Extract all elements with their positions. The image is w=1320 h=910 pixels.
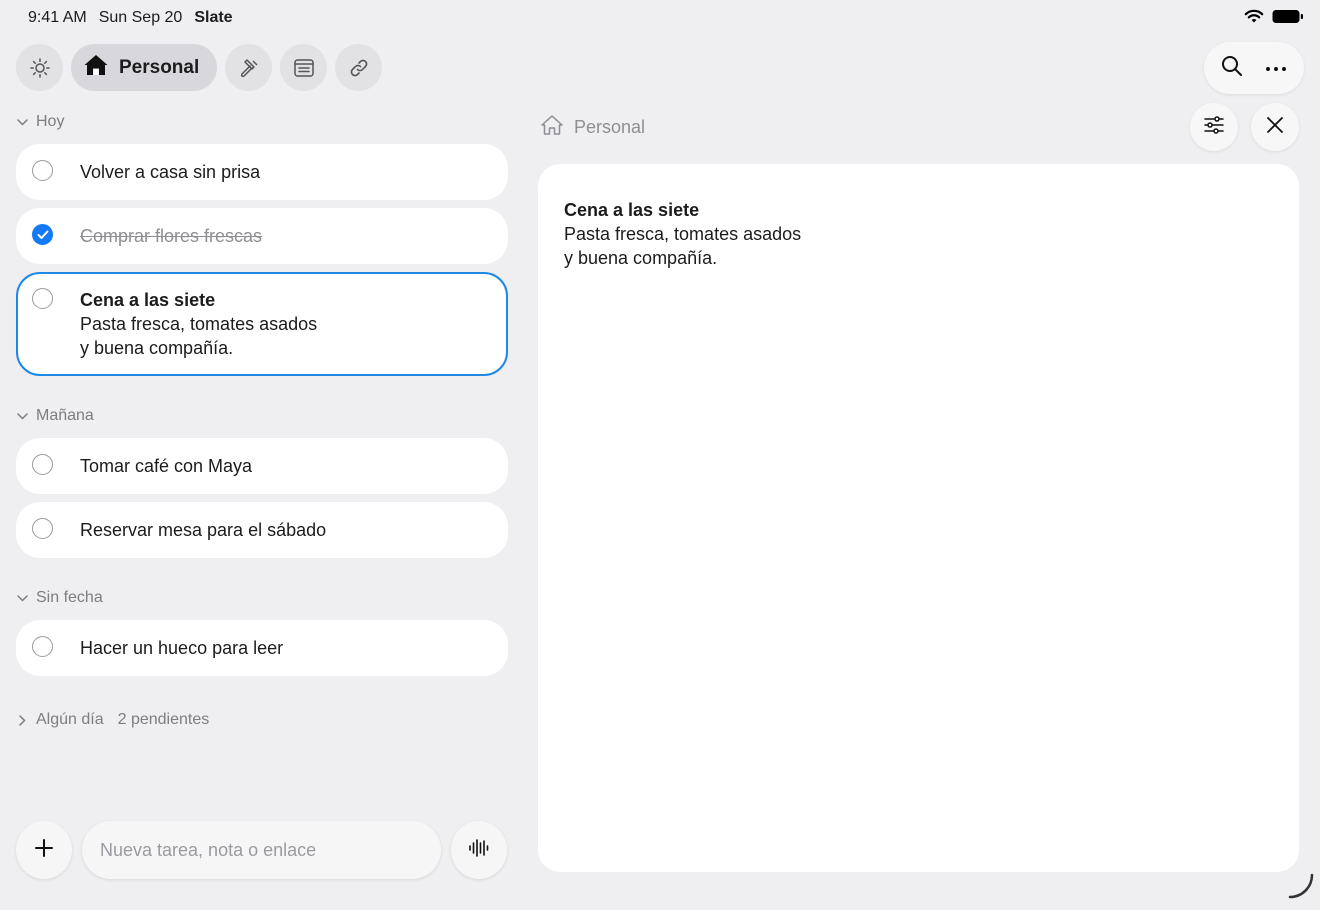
breadcrumb: Personal bbox=[540, 114, 645, 141]
task-item[interactable]: Tomar café con Maya bbox=[16, 438, 508, 494]
checkbox-empty-icon[interactable] bbox=[32, 454, 53, 475]
task-title: Comprar flores frescas bbox=[80, 226, 263, 246]
links-button[interactable] bbox=[335, 44, 383, 91]
detail-note-line: y buena compañía. bbox=[564, 248, 718, 268]
task-title: Hacer un hueco para leer bbox=[80, 638, 284, 658]
sliders-icon bbox=[1203, 115, 1225, 140]
section-header-hoy[interactable]: Hoy bbox=[16, 108, 508, 136]
close-button[interactable] bbox=[1251, 103, 1299, 151]
new-task-input[interactable] bbox=[82, 821, 441, 879]
checkmark-circle-icon[interactable] bbox=[32, 224, 53, 245]
section-label: Algún día bbox=[36, 711, 104, 728]
document-icon bbox=[293, 58, 315, 78]
section-label: Mañana bbox=[36, 407, 94, 424]
top-toolbar: Personal bbox=[16, 44, 383, 91]
breadcrumb-label[interactable]: Personal bbox=[574, 117, 645, 138]
app-root: 9:41 AM Sun Sep 20 Slate Personal Hoy Vo… bbox=[0, 0, 1320, 910]
checkbox-empty-icon[interactable] bbox=[32, 160, 53, 181]
notes-button[interactable] bbox=[280, 44, 328, 91]
task-item[interactable]: Reservar mesa para el sábado bbox=[16, 502, 508, 558]
chevron-down-icon bbox=[16, 118, 28, 126]
task-note-line: y buena compañía. bbox=[80, 338, 234, 358]
chevron-down-icon bbox=[16, 594, 28, 602]
personal-tab-label: Personal bbox=[119, 56, 200, 78]
checkbox-empty-icon[interactable] bbox=[32, 636, 53, 657]
waveform-icon bbox=[467, 836, 491, 865]
add-button[interactable] bbox=[16, 821, 72, 879]
task-text: Tomar café con Maya bbox=[80, 454, 252, 478]
ellipsis-icon bbox=[1265, 59, 1287, 77]
sun-icon bbox=[29, 57, 51, 79]
status-app-name: Slate bbox=[194, 9, 233, 26]
status-date: Sun Sep 20 bbox=[98, 9, 183, 26]
task-sections: Hoy Volver a casa sin prisa Comprar flor… bbox=[16, 108, 508, 734]
task-text: Hacer un hueco para leer bbox=[80, 636, 283, 660]
task-note-line: Pasta fresca, tomates asados bbox=[80, 314, 318, 334]
home-outline-icon bbox=[540, 114, 564, 141]
task-text: Reservar mesa para el sábado bbox=[80, 518, 326, 542]
personal-tab[interactable]: Personal bbox=[71, 44, 218, 91]
detail-title: Cena a las siete bbox=[564, 200, 700, 220]
status-time: 9:41 AM bbox=[28, 9, 87, 26]
section-label: Hoy bbox=[36, 113, 65, 130]
search-icon bbox=[1220, 54, 1244, 83]
search-button[interactable] bbox=[1212, 48, 1252, 88]
resize-handle-icon[interactable] bbox=[1288, 873, 1314, 904]
task-title: Reservar mesa para el sábado bbox=[80, 520, 327, 540]
section-header-algun-dia[interactable]: Algún día 2 pendientes bbox=[16, 706, 508, 734]
home-filled-icon bbox=[83, 53, 109, 83]
task-item[interactable]: Comprar flores frescas bbox=[16, 208, 508, 264]
chevron-down-icon bbox=[16, 412, 28, 420]
more-button[interactable] bbox=[1256, 48, 1296, 88]
task-text: Volver a casa sin prisa bbox=[80, 160, 260, 184]
close-icon bbox=[1266, 116, 1284, 139]
checkbox-empty-icon[interactable] bbox=[32, 288, 53, 309]
plus-icon bbox=[34, 838, 54, 863]
section-header-sin-fecha[interactable]: Sin fecha bbox=[16, 584, 508, 612]
section-label: Sin fecha bbox=[36, 589, 103, 606]
status-left: 9:41 AM Sun Sep 20 Slate bbox=[28, 9, 233, 27]
task-item[interactable]: Volver a casa sin prisa bbox=[16, 144, 508, 200]
task-text: Cena a las siete Pasta fresca, tomates a… bbox=[80, 288, 317, 360]
status-bar: 9:41 AM Sun Sep 20 Slate bbox=[0, 0, 1320, 36]
status-right bbox=[1244, 9, 1304, 24]
voice-input-button[interactable] bbox=[451, 821, 507, 879]
filter-button[interactable] bbox=[1190, 103, 1238, 151]
pending-count: 2 pendientes bbox=[117, 711, 210, 728]
detail-note-line: Pasta fresca, tomates asados bbox=[564, 224, 802, 244]
quick-add-bar bbox=[16, 821, 507, 879]
chevron-right-icon bbox=[16, 714, 28, 726]
task-title: Cena a las siete bbox=[80, 290, 216, 310]
wifi-icon bbox=[1244, 9, 1264, 24]
task-item-selected[interactable]: Cena a las siete Pasta fresca, tomates a… bbox=[16, 272, 508, 376]
battery-icon bbox=[1272, 9, 1304, 24]
hammer-button[interactable] bbox=[225, 44, 273, 91]
section-header-manana[interactable]: Mañana bbox=[16, 402, 508, 430]
checkbox-empty-icon[interactable] bbox=[32, 518, 53, 539]
task-item[interactable]: Hacer un hueco para leer bbox=[16, 620, 508, 676]
task-title: Tomar café con Maya bbox=[80, 456, 253, 476]
link-icon bbox=[348, 57, 370, 79]
detail-panel[interactable]: Cena a las siete Pasta fresca, tomates a… bbox=[538, 164, 1299, 872]
brightness-button[interactable] bbox=[16, 44, 63, 91]
hammer-icon bbox=[238, 57, 260, 79]
task-text: Comprar flores frescas bbox=[80, 224, 262, 248]
task-title: Volver a casa sin prisa bbox=[80, 162, 261, 182]
top-right-actions bbox=[1204, 42, 1304, 94]
